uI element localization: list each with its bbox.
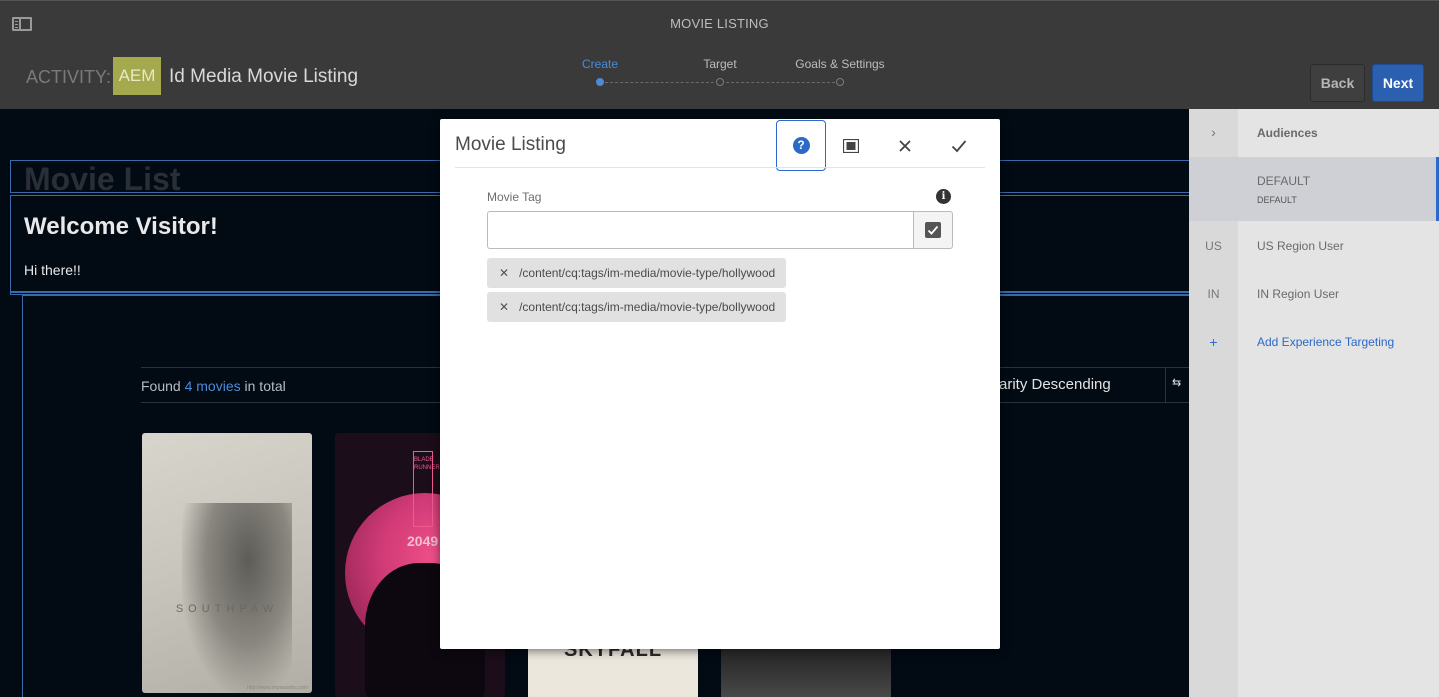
fullscreen-icon — [843, 138, 859, 153]
add-experience-targeting[interactable]: + Add Experience Targeting — [1189, 317, 1439, 365]
welcome-heading: Welcome Visitor! — [24, 213, 218, 240]
results-count: Found 4 movies in total — [141, 378, 286, 394]
poster-year: 2049 — [407, 533, 439, 549]
remove-tag-icon[interactable]: ✕ — [499, 300, 509, 314]
audience-label: IN Region User — [1257, 287, 1340, 301]
fullscreen-button[interactable] — [826, 120, 876, 171]
back-button[interactable]: Back — [1310, 64, 1365, 102]
dialog-divider — [455, 167, 985, 168]
audience-item-us[interactable]: US US Region User — [1189, 221, 1439, 269]
movie-poster-southpaw[interactable]: SOUTHPAW http://www.impawards.com/ — [142, 433, 312, 693]
step-create[interactable]: Create — [550, 57, 650, 71]
poster-title: SOUTHPAW — [175, 603, 279, 615]
poster-credit: http://www.impawards.com/ — [247, 685, 308, 691]
audience-item-default[interactable]: DEFAULT DEFAULT — [1189, 157, 1439, 221]
tag-picker-button[interactable] — [913, 211, 953, 249]
remove-tag-icon[interactable]: ✕ — [499, 266, 509, 280]
step-goals-settings[interactable]: Goals & Settings — [790, 57, 890, 71]
sort-selector[interactable]: arity Descending — [999, 376, 1111, 393]
add-experience-label[interactable]: Add Experience Targeting — [1257, 335, 1394, 349]
results-prefix: Found — [141, 378, 181, 394]
page-title: Movie List — [24, 161, 181, 197]
audience-code: US — [1205, 239, 1222, 253]
help-icon: ? — [792, 137, 810, 154]
step-create-dot — [596, 78, 604, 86]
movie-tag-input[interactable] — [487, 211, 915, 249]
info-icon[interactable]: i — [936, 189, 951, 204]
tag-chip-label: /content/cq:tags/im-media/movie-type/bol… — [519, 300, 776, 314]
tag-chip: ✕ /content/cq:tags/im-media/movie-type/h… — [487, 258, 787, 288]
help-button[interactable]: ? — [776, 120, 826, 171]
close-button[interactable] — [880, 120, 930, 171]
step-target-dot — [716, 78, 724, 86]
audiences-panel: › Audiences DEFAULT DEFAULT US US Region… — [1189, 109, 1439, 697]
poster-title: BLADE RUNNER — [413, 451, 440, 527]
activity-name: Id Media Movie Listing — [169, 66, 359, 87]
results-link[interactable]: 4 movies — [185, 378, 241, 394]
audiences-header[interactable]: › Audiences — [1189, 109, 1439, 157]
movie-listing-dialog: Movie Listing ? Movie Tag i ✕ /content/c… — [440, 119, 1000, 649]
audience-code: IN — [1207, 287, 1220, 301]
step-goals-dot — [836, 78, 844, 86]
chevron-right-icon[interactable]: › — [1189, 124, 1238, 140]
audience-item-in[interactable]: IN IN Region User — [1189, 269, 1439, 317]
aem-brand-badge: AEM — [113, 57, 161, 95]
movie-tag-label: Movie Tag — [487, 190, 542, 204]
audience-label: US Region User — [1257, 239, 1344, 253]
checkmark-icon — [951, 139, 967, 152]
next-button[interactable]: Next — [1372, 64, 1424, 102]
sort-toggle-icon[interactable]: ⇆ — [1172, 376, 1181, 389]
close-icon — [899, 139, 911, 152]
activity-label: ACTIVITY: — [26, 67, 112, 87]
poster-figure — [182, 503, 292, 693]
tag-chip-label: /content/cq:tags/im-media/movie-type/hol… — [519, 266, 776, 280]
sort-divider — [1165, 368, 1166, 403]
results-suffix: in total — [244, 378, 286, 394]
audiences-heading: Audiences — [1257, 126, 1318, 140]
greeting-text: Hi there!! — [24, 262, 81, 278]
audience-label: DEFAULT — [1257, 174, 1311, 188]
done-button[interactable] — [934, 120, 984, 171]
window-title: MOVIE LISTING — [670, 16, 769, 31]
add-icon[interactable]: + — [1189, 334, 1238, 350]
dialog-title: Movie Listing — [455, 134, 566, 155]
audience-sublabel: DEFAULT — [1257, 195, 1297, 205]
step-target[interactable]: Target — [670, 57, 770, 71]
picker-check-icon — [925, 222, 941, 238]
tag-chip: ✕ /content/cq:tags/im-media/movie-type/b… — [487, 292, 787, 322]
header-bar: MOVIE LISTING ACTIVITY: AEM Id Media Mov… — [0, 0, 1439, 109]
wizard-steps: Create Target Goals & Settings — [560, 57, 900, 93]
